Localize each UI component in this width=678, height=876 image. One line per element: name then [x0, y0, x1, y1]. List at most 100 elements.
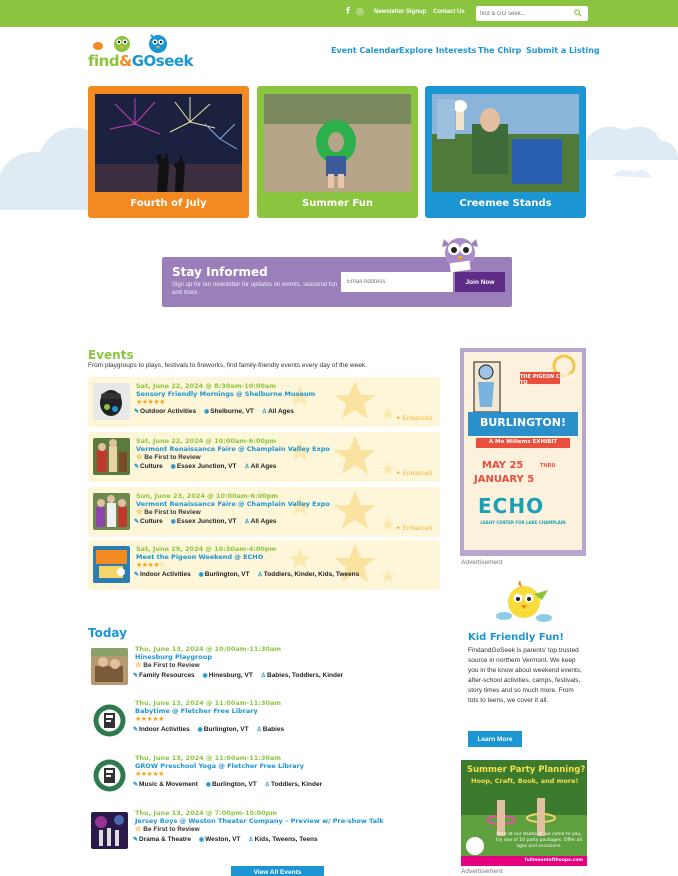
echo-subtitle: LEAHY CENTER FOR LAKE CHAMPLAIN — [480, 520, 566, 525]
event-title-link[interactable]: Vermont Renaissance Faire @ Champlain Va… — [136, 445, 330, 453]
puzzle-icon: ✎ — [133, 673, 139, 679]
today-item[interactable]: Thu, June 13, 2024 @ 10:00am-11:30am Hin… — [88, 645, 438, 693]
location-tag[interactable]: ◉Burlington, VT — [198, 726, 249, 733]
event-card[interactable]: Sat, June 29, 2024 @ 10:30am-4:00pm Meet… — [88, 540, 440, 590]
event-title-link[interactable]: GROW Preschool Yoga @ Fletcher Free Libr… — [135, 762, 304, 770]
creemee-image — [432, 94, 579, 192]
location-pin-icon: ◉ — [170, 464, 176, 470]
chick-mascot-icon — [496, 580, 552, 622]
interest-tag[interactable]: ✎Indoor Activities — [133, 726, 190, 733]
hero-caption: Fourth of July — [130, 198, 207, 209]
nav-explore-interests[interactable]: Explore Interests — [399, 46, 476, 55]
newsletter-signup-link[interactable]: Newsletter Signup — [374, 9, 426, 15]
person-icon: ♙ — [256, 727, 262, 733]
puzzle-icon: ✎ — [133, 837, 139, 843]
event-review-link[interactable]: ☆ Be First to Review — [135, 825, 200, 833]
event-thumbnail — [93, 546, 130, 583]
hula-hoop-image — [461, 760, 587, 866]
today-item[interactable]: Thu, June 13, 2024 @ 7:00pm-10:00pm Jers… — [88, 809, 438, 857]
ad-line3: A Mo Willems EXHIBIT — [488, 439, 558, 445]
location-tag[interactable]: ◉Essex Junction, VT — [171, 463, 237, 470]
person-icon: ♙ — [261, 409, 268, 415]
event-tags: ✎Family Resources ◉Hinesburg, VT ♙Babies… — [133, 672, 349, 679]
stars-decoration — [289, 544, 395, 583]
person-icon: ♙ — [244, 519, 250, 525]
contact-us-link[interactable]: Contact Us — [433, 9, 465, 15]
join-now-button[interactable]: Join Now — [455, 272, 505, 292]
today-heading: Today — [88, 626, 127, 640]
enhanced-badge: ✦ Enhanced — [395, 525, 432, 532]
hero-tile-creemee-stands[interactable]: Creemee Stands — [425, 86, 586, 218]
location-tag[interactable]: ◉Burlington, VT — [199, 571, 250, 578]
stars-decoration — [289, 381, 395, 420]
location-tag[interactable]: ◉Burlington, VT — [206, 781, 257, 788]
puzzle-icon: ✎ — [134, 464, 140, 470]
site-logo[interactable]: find&GOseek — [88, 32, 194, 76]
event-date: Sat, June 22, 2024 @ 10:00am-6:00pm — [136, 437, 277, 445]
event-review-link[interactable]: ☆ Be First to Review — [135, 661, 200, 669]
star-outline-icon: ☆ — [136, 454, 143, 461]
location-pin-icon: ◉ — [170, 519, 176, 525]
advertisement-label: Advertisement — [461, 868, 503, 875]
summer-fun-image — [264, 94, 411, 192]
person-icon: ♙ — [264, 782, 270, 788]
interest-tag[interactable]: ✎Family Resources — [133, 672, 195, 679]
puzzle-icon: ✎ — [134, 572, 140, 578]
location-tag[interactable]: ◉Weston, VT — [199, 836, 241, 843]
event-tags: ✎Outdoor Activities ◉Shelburne, VT ♙All … — [134, 408, 300, 415]
event-card[interactable]: Sat, June 22, 2024 @ 10:00am-6:00pm Verm… — [88, 432, 440, 482]
event-rating: ★★★★★ — [135, 770, 164, 778]
location-tag[interactable]: ◉Hinesburg, VT — [202, 672, 252, 679]
nav-event-calendar[interactable]: Event Calendar — [331, 46, 400, 55]
location-pin-icon: ◉ — [198, 837, 205, 843]
event-card[interactable]: Sat, June 22, 2024 @ 8:30am-10:00am Sens… — [88, 377, 440, 427]
puzzle-icon: ✎ — [134, 409, 140, 415]
interest-tag[interactable]: ✎Drama & Theatre — [133, 836, 191, 843]
search-input[interactable] — [480, 8, 568, 19]
ad2-url: fullmoonlofthoops.com — [524, 858, 583, 863]
nav-submit-listing[interactable]: Submit a Listing — [526, 46, 600, 55]
instagram-icon[interactable]: ◎ — [356, 7, 364, 17]
ad-content: THE PIGEON COMES TO BURLINGTON! A Mo Wil… — [464, 352, 582, 550]
advertisement-label: Advertisement — [461, 559, 503, 566]
star-outline-icon: ☆ — [135, 826, 142, 833]
interest-tag[interactable]: ✎Culture — [134, 518, 163, 525]
event-title-link[interactable]: Babytime @ Fletcher Free Library — [135, 707, 258, 715]
summer-party-ad[interactable]: Summer Party Planning? Hoop, Craft, Book… — [461, 760, 587, 866]
interest-tag[interactable]: ✎Culture — [134, 463, 163, 470]
event-tags: ✎Indoor Activities ◉Burlington, VT ♙Babi… — [133, 726, 290, 733]
interest-tag[interactable]: ✎Indoor Activities — [134, 571, 191, 578]
event-rating: ★★★★★ — [135, 715, 164, 723]
event-title-link[interactable]: Hinesburg Playgroup — [135, 653, 212, 661]
interest-tag[interactable]: ✎Music & Movement — [133, 781, 198, 788]
event-review-link[interactable]: ☆ Be First to Review — [136, 453, 201, 461]
event-title-link[interactable]: Vermont Renaissance Faire @ Champlain Va… — [136, 500, 330, 508]
echo-logo: ECHO — [478, 494, 545, 518]
search-icon[interactable] — [574, 9, 582, 17]
nav-the-chirp[interactable]: The Chirp — [478, 46, 521, 55]
location-pin-icon: ◉ — [198, 572, 204, 578]
today-item[interactable]: Thu, June 13, 2024 @ 11:00am-11:30am GRO… — [88, 754, 438, 802]
pigeon-exhibit-ad[interactable]: THE PIGEON COMES TO BURLINGTON! A Mo Wil… — [460, 348, 586, 556]
event-rating: ★★★★★ — [136, 398, 165, 406]
facebook-icon[interactable]: f — [346, 7, 350, 17]
event-date: Thu, June 13, 2024 @ 11:00am-11:30am — [135, 754, 282, 762]
view-all-events-button[interactable]: View All Events — [231, 866, 324, 876]
thumbs-up-icon: ✦ — [395, 470, 403, 477]
location-tag[interactable]: ◉Essex Junction, VT — [171, 518, 237, 525]
event-title-link[interactable]: Meet the Pigeon Weekend @ ECHO — [136, 553, 263, 561]
location-tag[interactable]: ◉Shelburne, VT — [204, 408, 254, 415]
learn-more-button[interactable]: Learn More — [468, 731, 522, 747]
event-title-link[interactable]: Sensory Friendly Mornings @ Shelburne Mu… — [136, 390, 315, 398]
today-item[interactable]: Thu, June 13, 2024 @ 11:00am-11:30am Bab… — [88, 699, 438, 747]
event-date: Sat, June 29, 2024 @ 10:30am-4:00pm — [136, 545, 277, 553]
interest-tag[interactable]: ✎Outdoor Activities — [134, 408, 196, 415]
event-card[interactable]: Sun, June 23, 2024 @ 10:00am-6:00pm Verm… — [88, 487, 440, 537]
newsletter-email-field[interactable] — [341, 272, 453, 292]
hero-tile-fourth-of-july[interactable]: Fourth of July — [88, 86, 249, 218]
event-title-link[interactable]: Jersey Boys @ Weston Theater Company – P… — [135, 817, 384, 825]
event-thumbnail — [93, 383, 130, 420]
event-review-link[interactable]: ☆ Be First to Review — [136, 508, 201, 516]
thumbs-up-icon: ✦ — [395, 525, 403, 532]
hero-tile-summer-fun[interactable]: Summer Fun — [257, 86, 418, 218]
